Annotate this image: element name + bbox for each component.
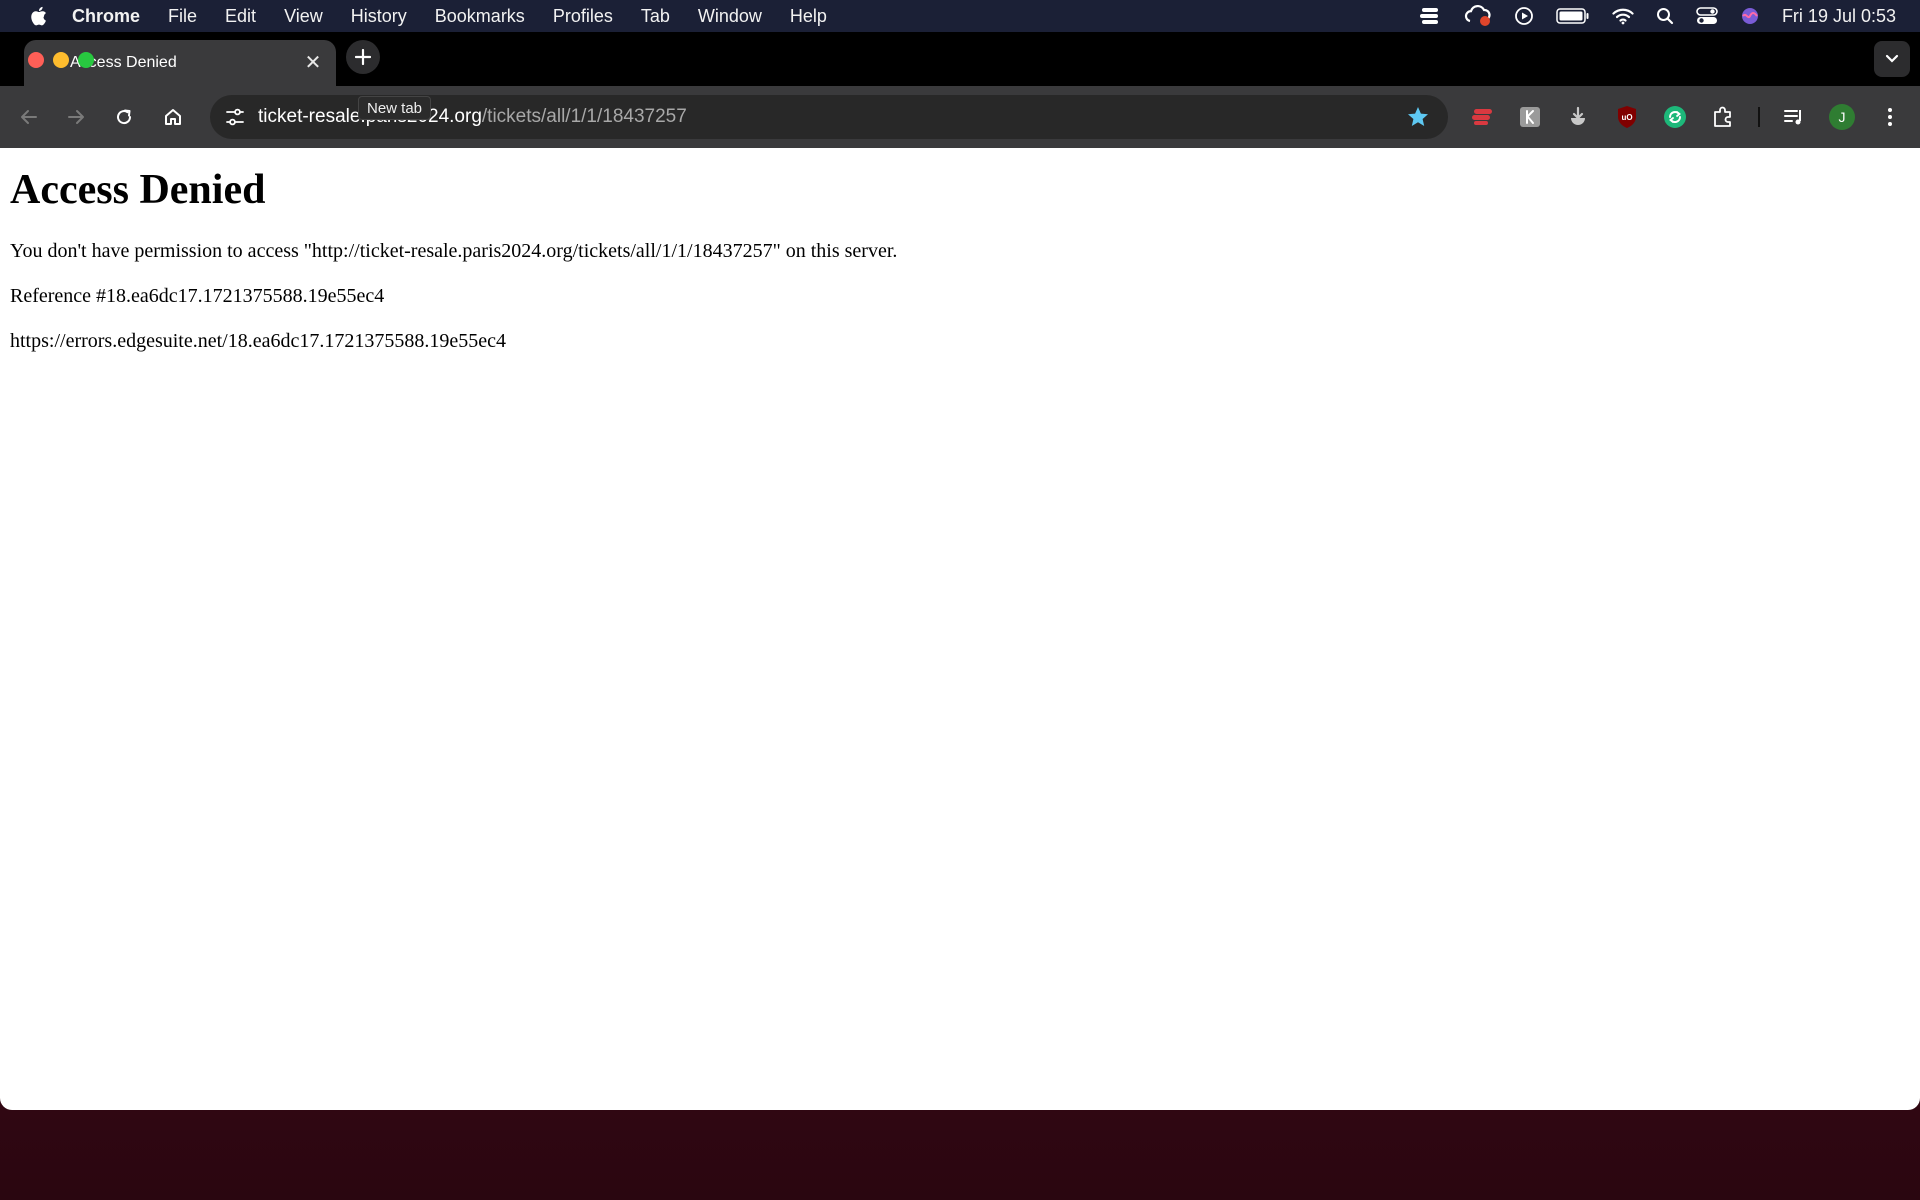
page-title: Access Denied — [10, 167, 266, 213]
control-center-icon[interactable] — [1696, 6, 1718, 26]
menu-help[interactable]: Help — [790, 6, 827, 27]
new-tab-tooltip: New tab — [358, 96, 432, 120]
forward-button[interactable] — [60, 101, 92, 133]
arrow-left-icon — [21, 110, 37, 124]
chrome-window: Access Denied ✕ New tab /tickets/all/1/1… — [0, 32, 1920, 1110]
extension-download-icon[interactable] — [1562, 101, 1594, 133]
menu-bar-clock[interactable]: Fri 19 Jul 0:53 — [1782, 6, 1896, 27]
chrome-menu-button[interactable] — [1874, 101, 1906, 133]
menu-profiles[interactable]: Profiles — [553, 6, 613, 27]
siri-icon[interactable] — [1740, 6, 1760, 26]
zoom-window-button[interactable] — [78, 52, 94, 68]
tab-strip: Access Denied ✕ — [0, 32, 1920, 86]
wifi-icon[interactable] — [1612, 7, 1634, 25]
menu-view[interactable]: View — [284, 6, 323, 27]
tab-search-button[interactable] — [1874, 41, 1910, 77]
tab-close-icon[interactable]: ✕ — [302, 51, 324, 74]
plus-icon — [355, 49, 371, 65]
stacked-layers-icon[interactable] — [1418, 6, 1442, 26]
svg-text:uO: uO — [1621, 113, 1632, 122]
permission-message: You don't have permission to access "htt… — [10, 240, 898, 262]
reload-button[interactable] — [108, 101, 140, 133]
toolbar-separator — [1758, 107, 1760, 127]
apple-logo-icon[interactable] — [28, 5, 48, 27]
extension-sync-icon[interactable] — [1659, 101, 1691, 133]
reference-id: Reference #18.ea6dc17.1721375588.19e55ec… — [10, 285, 385, 307]
battery-icon[interactable] — [1556, 8, 1590, 24]
menu-window[interactable]: Window — [698, 6, 762, 27]
profile-button[interactable]: J — [1826, 101, 1858, 133]
site-info-button[interactable] — [220, 102, 250, 132]
error-url: https://errors.edgesuite.net/18.ea6dc17.… — [10, 330, 506, 352]
tune-icon — [226, 108, 244, 126]
back-button[interactable] — [13, 101, 45, 133]
home-icon — [165, 109, 181, 125]
extensions-puzzle-icon[interactable] — [1707, 101, 1739, 133]
extension-express-vpn-icon[interactable] — [1466, 101, 1498, 133]
browser-toolbar: ticket-resale.paris2024.org/tickets/all/… — [0, 86, 1920, 148]
new-tab-button[interactable] — [346, 40, 380, 74]
window-controls — [28, 52, 94, 68]
menu-tab[interactable]: Tab — [641, 6, 670, 27]
spotlight-search-icon[interactable] — [1656, 7, 1674, 25]
menu-history[interactable]: History — [351, 6, 407, 27]
media-controls-icon[interactable] — [1778, 101, 1810, 133]
profile-avatar: J — [1829, 104, 1855, 130]
reload-icon — [117, 109, 132, 125]
address-url[interactable]: ticket-resale.paris2024.org/tickets/all/… — [258, 106, 687, 128]
page-content: Access Denied You don't have permission … — [0, 148, 1920, 383]
menu-file[interactable]: File — [168, 6, 197, 27]
creative-cloud-icon[interactable] — [1464, 5, 1492, 27]
menu-bar-status-area: Fri 19 Jul 0:53 — [1418, 5, 1896, 27]
menu-bookmarks[interactable]: Bookmarks — [435, 6, 525, 27]
home-button[interactable] — [157, 101, 189, 133]
arrow-right-icon — [68, 110, 84, 124]
extension-grey-tile-icon[interactable] — [1514, 101, 1546, 133]
play-circle-icon[interactable] — [1514, 6, 1534, 26]
minimize-window-button[interactable] — [53, 52, 69, 68]
url-path: /tickets/all/1/1/18437257 — [481, 106, 687, 127]
extension-ublock-origin-icon[interactable]: uO — [1611, 101, 1643, 133]
chevron-down-icon — [1885, 54, 1899, 63]
macos-menu-bar: Chrome File Edit View History Bookmarks … — [0, 0, 1920, 32]
menu-app-name[interactable]: Chrome — [72, 6, 140, 27]
menu-edit[interactable]: Edit — [225, 6, 256, 27]
vertical-dots-icon — [1888, 108, 1892, 126]
bookmark-star-icon[interactable] — [1406, 105, 1430, 129]
close-window-button[interactable] — [28, 52, 44, 68]
